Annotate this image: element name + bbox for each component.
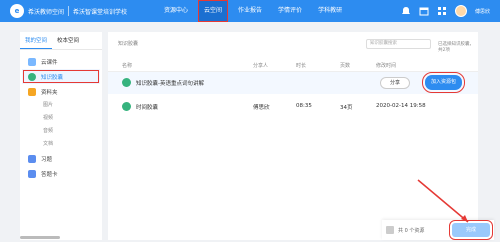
- row-name[interactable]: 知识胶囊-英语重点词句讲解: [136, 79, 204, 87]
- col-name: 名称: [122, 63, 133, 69]
- col-duration: 时长: [296, 63, 307, 69]
- sidebar-item-folder[interactable]: 资料夹: [20, 84, 102, 99]
- col-modified: 修改时间: [376, 63, 397, 69]
- exercise-icon: [28, 154, 36, 163]
- sidebar-item-exercise[interactable]: 习题: [20, 151, 102, 166]
- row-modified: 2020-02-14 19:58: [376, 103, 426, 109]
- capsule-icon: [28, 72, 36, 81]
- main-panel: 知识胶囊 知识胶囊搜索 已选择知识胶囊，共2项 名称 分享人 时长 页数 修改时…: [108, 32, 478, 240]
- sidebar-sub-video[interactable]: 视频: [20, 112, 102, 125]
- avatar[interactable]: [454, 5, 467, 17]
- resource-count: 共 0 个资源: [398, 228, 425, 234]
- done-button[interactable]: 完成: [449, 220, 493, 240]
- package-icon: [386, 226, 394, 234]
- sidebar-scrollbar[interactable]: [20, 236, 60, 239]
- add-to-package-button[interactable]: 加入资源包: [422, 72, 465, 93]
- folder-icon: [28, 87, 36, 96]
- col-pages: 页数: [340, 63, 351, 69]
- answer-card-icon: [28, 169, 36, 178]
- selection-note: 已选择知识胶囊，共2项: [438, 42, 474, 53]
- nav-resource-center[interactable]: 资源中心: [158, 0, 194, 22]
- sidebar-sub-image[interactable]: 图片: [20, 99, 102, 112]
- calendar-icon[interactable]: [419, 6, 429, 16]
- top-bar: e 希沃教师空间 希沃智课堂培训学校 资源中心 云空间 作业报告 学情评价 学科…: [0, 0, 500, 22]
- bottom-bar: 共 0 个资源 完成: [382, 220, 494, 240]
- user-name[interactable]: 傅思欣: [475, 8, 490, 15]
- tab-school-space[interactable]: 校本空间: [52, 32, 84, 49]
- breadcrumb: 知识胶囊: [118, 41, 139, 47]
- cloud-icon: [28, 57, 36, 66]
- main-nav: 资源中心 云空间 作业报告 学情评价 学科教研: [158, 0, 352, 22]
- sidebar-item-courseware[interactable]: 云课件: [20, 54, 102, 69]
- col-sharer: 分享人: [253, 63, 269, 69]
- bell-icon[interactable]: [401, 6, 411, 16]
- nav-cloud-space[interactable]: 云空间: [198, 0, 229, 22]
- sidebar: 我的空间 校本空间 云课件 知识胶囊 资料夹 图片 视频 音频 文档 习题 答题…: [20, 32, 102, 240]
- nav-homework-report[interactable]: 作业报告: [232, 0, 268, 22]
- row-name[interactable]: 时间胶囊: [136, 103, 158, 111]
- row-pages: 34页: [340, 105, 353, 111]
- nav-subject-research[interactable]: 学科教研: [312, 0, 348, 22]
- capsule-icon: [122, 78, 131, 87]
- logo-icon: e: [10, 4, 24, 18]
- sidebar-tabs: 我的空间 校本空间: [20, 32, 102, 50]
- search-input[interactable]: 知识胶囊搜索: [366, 39, 431, 49]
- share-button[interactable]: 分享: [380, 77, 410, 89]
- header-tools: 傅思欣: [401, 0, 490, 22]
- brand-name: 希沃教师空间: [28, 8, 65, 16]
- sidebar-item-capsule[interactable]: 知识胶囊: [22, 69, 100, 84]
- row-duration: 08:35: [296, 103, 312, 109]
- sidebar-item-answer-card[interactable]: 答题卡: [20, 166, 102, 181]
- sidebar-sub-doc[interactable]: 文档: [20, 138, 102, 151]
- row-sharer: 傅思欣: [253, 105, 270, 111]
- table-row[interactable]: 知识胶囊-英语重点词句讲解 分享 加入资源包: [108, 72, 478, 94]
- school-name[interactable]: 希沃智课堂培训学校: [73, 7, 127, 16]
- sidebar-sub-audio[interactable]: 音频: [20, 125, 102, 138]
- capsule-icon: [122, 102, 131, 111]
- tab-my-space[interactable]: 我的空间: [20, 32, 53, 49]
- table-row[interactable]: 时间胶囊 傅思欣 08:35 34页 2020-02-14 19:58: [108, 96, 478, 118]
- nav-learning-eval[interactable]: 学情评价: [272, 0, 308, 22]
- grid-icon[interactable]: [437, 6, 447, 16]
- table-header: 名称 分享人 时长 页数 修改时间: [108, 58, 478, 72]
- brand: e 希沃教师空间 希沃智课堂培训学校: [10, 4, 127, 18]
